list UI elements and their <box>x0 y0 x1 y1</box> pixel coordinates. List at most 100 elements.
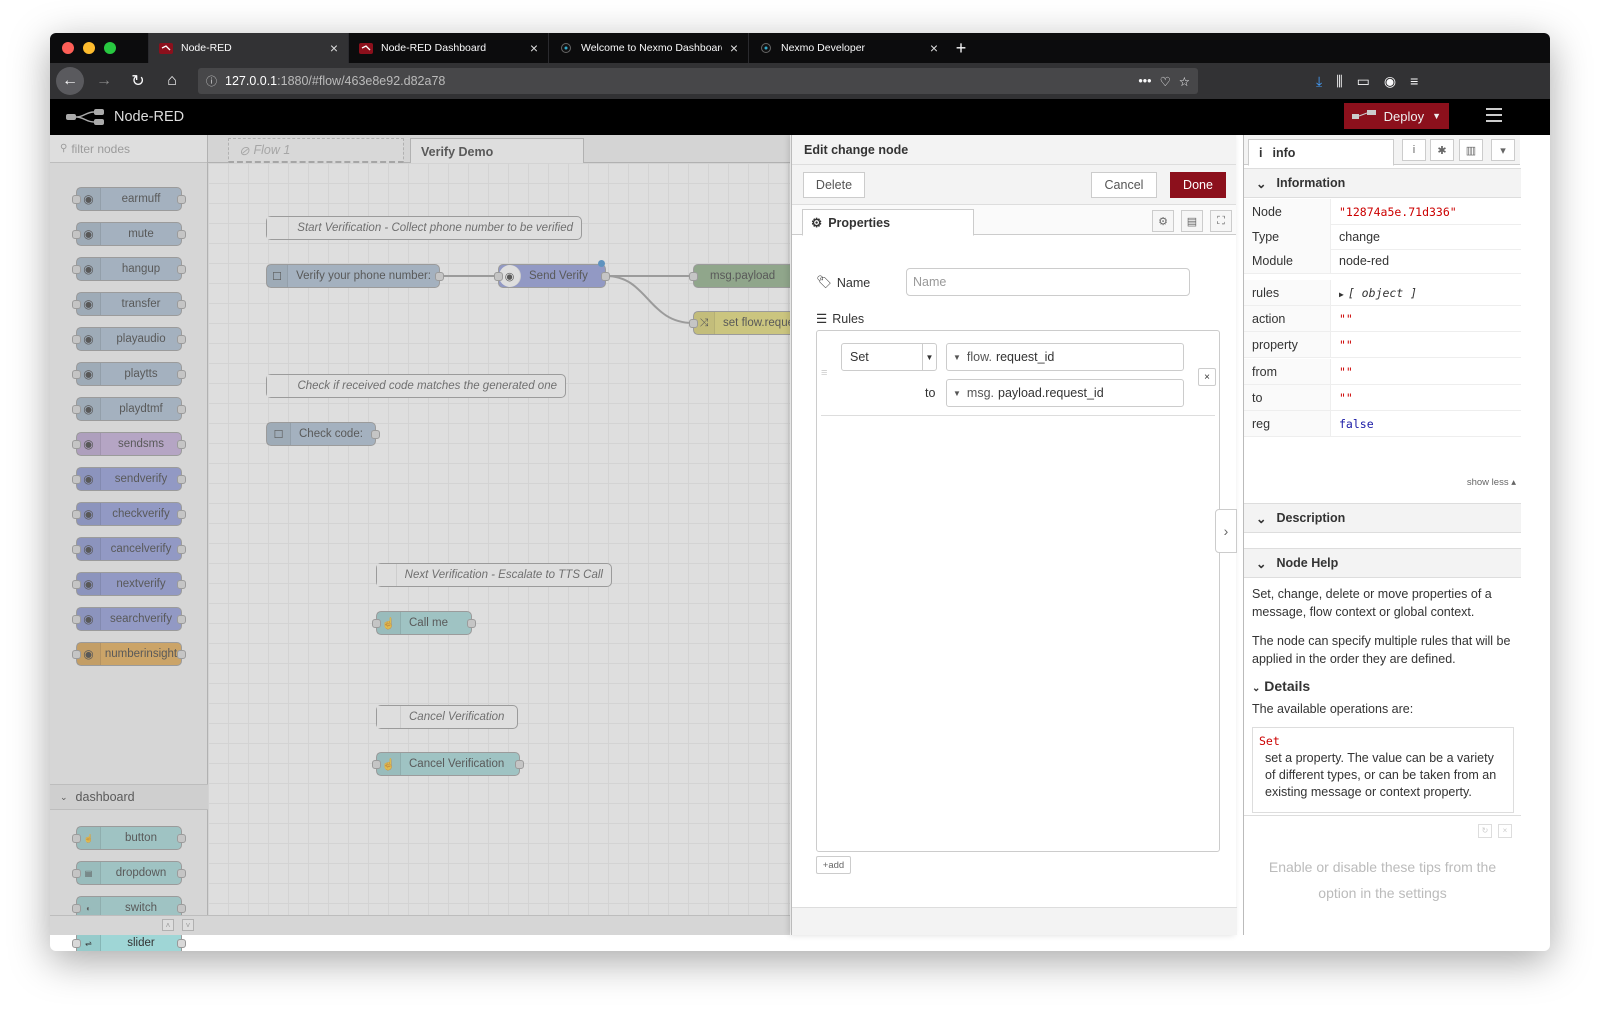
filter-nodes-input[interactable]: ⚲ filter nodes <box>50 135 207 163</box>
palette-node-playtts[interactable]: ◉ playtts <box>72 362 186 386</box>
palette-node-earmuff[interactable]: ◉ earmuff <box>72 187 186 211</box>
palette-node-hangup[interactable]: ◉ hangup <box>72 257 186 281</box>
download-icon[interactable]: ⤓ <box>1316 73 1322 90</box>
delete-button[interactable]: Delete <box>803 172 865 198</box>
button-node[interactable]: ☝ Call me <box>372 611 476 635</box>
library-icon[interactable]: ⫼ <box>1336 73 1342 90</box>
settings-gear-icon[interactable]: ⚙ <box>1152 210 1174 232</box>
tab-properties[interactable]: ⚙ Properties <box>802 209 974 236</box>
form-node[interactable]: ☐ Verify your phone number: <box>266 264 444 288</box>
refresh-icon[interactable]: ↻ <box>1478 824 1492 838</box>
palette-node-mute[interactable]: ◉ mute <box>72 222 186 246</box>
minimize-window-button[interactable] <box>83 42 95 54</box>
comment-node[interactable]: Start Verification - Collect phone numbe… <box>266 216 582 240</box>
done-button[interactable]: Done <box>1170 172 1226 198</box>
appearance-icon[interactable]: ⛶ <box>1210 210 1232 232</box>
show-less-link[interactable]: show less ▴ <box>1467 477 1516 488</box>
information-section-header[interactable]: ⌄ Information <box>1244 168 1521 198</box>
bug-icon[interactable]: ✱ <box>1430 139 1454 161</box>
deploy-caret-icon[interactable]: ▼ <box>1432 111 1441 121</box>
input-port[interactable] <box>372 619 381 628</box>
palette-node-numberinsight[interactable]: ◉ numberinsight <box>72 642 186 666</box>
forward-button[interactable]: → <box>90 67 118 95</box>
account-icon[interactable]: ◉ <box>1384 73 1396 90</box>
close-tab-icon[interactable]: × <box>330 40 338 56</box>
wire[interactable] <box>605 275 694 324</box>
palette-node-sendsms[interactable]: ◉ sendsms <box>72 432 186 456</box>
description-file-icon[interactable]: ▤ <box>1181 210 1203 232</box>
input-port[interactable] <box>494 272 503 281</box>
sendverify-node[interactable]: ◉ Send Verify <box>494 260 610 288</box>
palette-node-sendverify[interactable]: ◉ sendverify <box>72 467 186 491</box>
change-node[interactable]: ⤨ set flow.reque <box>689 311 790 335</box>
expand-caret-icon[interactable]: ▶ <box>1339 290 1344 299</box>
close-icon[interactable]: × <box>1498 824 1512 838</box>
remove-rule-icon[interactable]: × <box>1198 368 1216 386</box>
rule-action-select[interactable]: Set ▼ <box>841 343 937 371</box>
deploy-button[interactable]: Deploy ▼ <box>1344 103 1449 129</box>
expand-all-icon[interactable]: ˅ <box>182 919 194 931</box>
palette-node-playaudio[interactable]: ◉ playaudio <box>72 327 186 351</box>
browser-tab-nexmo-developer[interactable]: Nexmo Developer × <box>748 33 948 63</box>
output-port[interactable] <box>467 619 476 628</box>
type-selector[interactable]: ▼ msg. <box>947 386 998 400</box>
close-window-button[interactable] <box>62 42 74 54</box>
comment-node[interactable]: Check if received code matches the gener… <box>266 374 566 398</box>
input-port[interactable] <box>372 760 381 769</box>
main-menu-icon[interactable] <box>1486 108 1502 126</box>
tab-info[interactable]: i info <box>1248 139 1394 166</box>
page-actions-icon[interactable]: ••• <box>1138 74 1151 88</box>
palette-node-transfer[interactable]: ◉ transfer <box>72 292 186 316</box>
button-node[interactable]: ☝ Cancel Verification <box>372 752 524 776</box>
chevron-down-icon[interactable]: ▾ <box>1491 139 1515 161</box>
palette-node-playdtmf[interactable]: ◉ playdtmf <box>72 397 186 421</box>
rule-target-input[interactable]: ▼ flow. request_id <box>946 343 1184 371</box>
browser-tab-node-red[interactable]: Node-RED × <box>148 33 348 63</box>
bookmark-star-icon[interactable]: ☆ <box>1179 74 1190 89</box>
output-port[interactable] <box>435 272 444 281</box>
info-tab-icon[interactable]: i <box>1402 139 1426 161</box>
close-tab-icon[interactable]: × <box>730 40 738 56</box>
palette-category-dashboard[interactable]: ⌄ dashboard <box>50 784 208 810</box>
close-tab-icon[interactable]: × <box>930 40 938 56</box>
drag-handle-icon[interactable]: ≡ <box>821 367 827 379</box>
palette-node-button[interactable]: ☝ button <box>72 826 186 850</box>
flow-canvas[interactable]: Start Verification - Collect phone numbe… <box>208 163 790 935</box>
palette-node-searchverify[interactable]: ◉ searchverify <box>72 607 186 631</box>
input-port[interactable] <box>689 319 698 328</box>
chevron-right-icon[interactable]: › <box>1215 509 1237 553</box>
browser-tab-nexmo-dashboard[interactable]: Welcome to Nexmo Dashboard × <box>548 33 748 63</box>
palette-node-dropdown[interactable]: ▤ dropdown <box>72 861 186 885</box>
tab-verify-demo[interactable]: Verify Demo <box>410 138 584 164</box>
new-tab-button[interactable]: + <box>948 33 974 63</box>
reload-button[interactable]: ↻ <box>124 67 152 95</box>
output-port[interactable] <box>371 430 380 439</box>
close-tab-icon[interactable]: × <box>530 40 538 56</box>
palette-node-nextverify[interactable]: ◉ nextverify <box>72 572 186 596</box>
output-port[interactable] <box>601 272 610 281</box>
sidebar-icon[interactable]: ▭ <box>1357 73 1370 90</box>
name-input[interactable]: Name <box>906 268 1190 296</box>
rule-source-input[interactable]: ▼ msg. payload.request_id <box>946 379 1184 407</box>
form-node[interactable]: ☐ Check code: <box>266 422 380 446</box>
palette-node-checkverify[interactable]: ◉ checkverify <box>72 502 186 526</box>
node-help-section-header[interactable]: ⌄ Node Help <box>1244 548 1521 578</box>
debug-node[interactable]: msg.payload <box>689 264 790 288</box>
comment-node[interactable]: Cancel Verification <box>376 705 518 729</box>
home-button[interactable]: ⌂ <box>158 67 186 95</box>
maximize-window-button[interactable] <box>104 42 116 54</box>
output-port[interactable] <box>515 760 524 769</box>
collapse-all-icon[interactable]: ˄ <box>162 919 174 931</box>
add-rule-button[interactable]: + add <box>816 856 851 874</box>
menu-icon[interactable]: ≡ <box>1410 73 1418 90</box>
back-button[interactable]: ← <box>56 67 84 95</box>
description-section-header[interactable]: ⌄ Description <box>1244 503 1521 533</box>
pocket-icon[interactable]: ♡ <box>1160 74 1171 89</box>
input-port[interactable] <box>689 272 698 281</box>
cancel-button[interactable]: Cancel <box>1091 172 1157 198</box>
address-bar[interactable]: ⓘ 127.0.0.1:1880/#flow/463e8e92.d82a78 •… <box>198 68 1198 94</box>
tab-flow-1[interactable]: ⊘ Flow 1 <box>228 138 404 164</box>
chart-icon[interactable]: ▥ <box>1459 139 1483 161</box>
type-selector[interactable]: ▼ flow. <box>947 350 996 364</box>
browser-tab-node-red-dashboard[interactable]: Node-RED Dashboard × <box>348 33 548 63</box>
